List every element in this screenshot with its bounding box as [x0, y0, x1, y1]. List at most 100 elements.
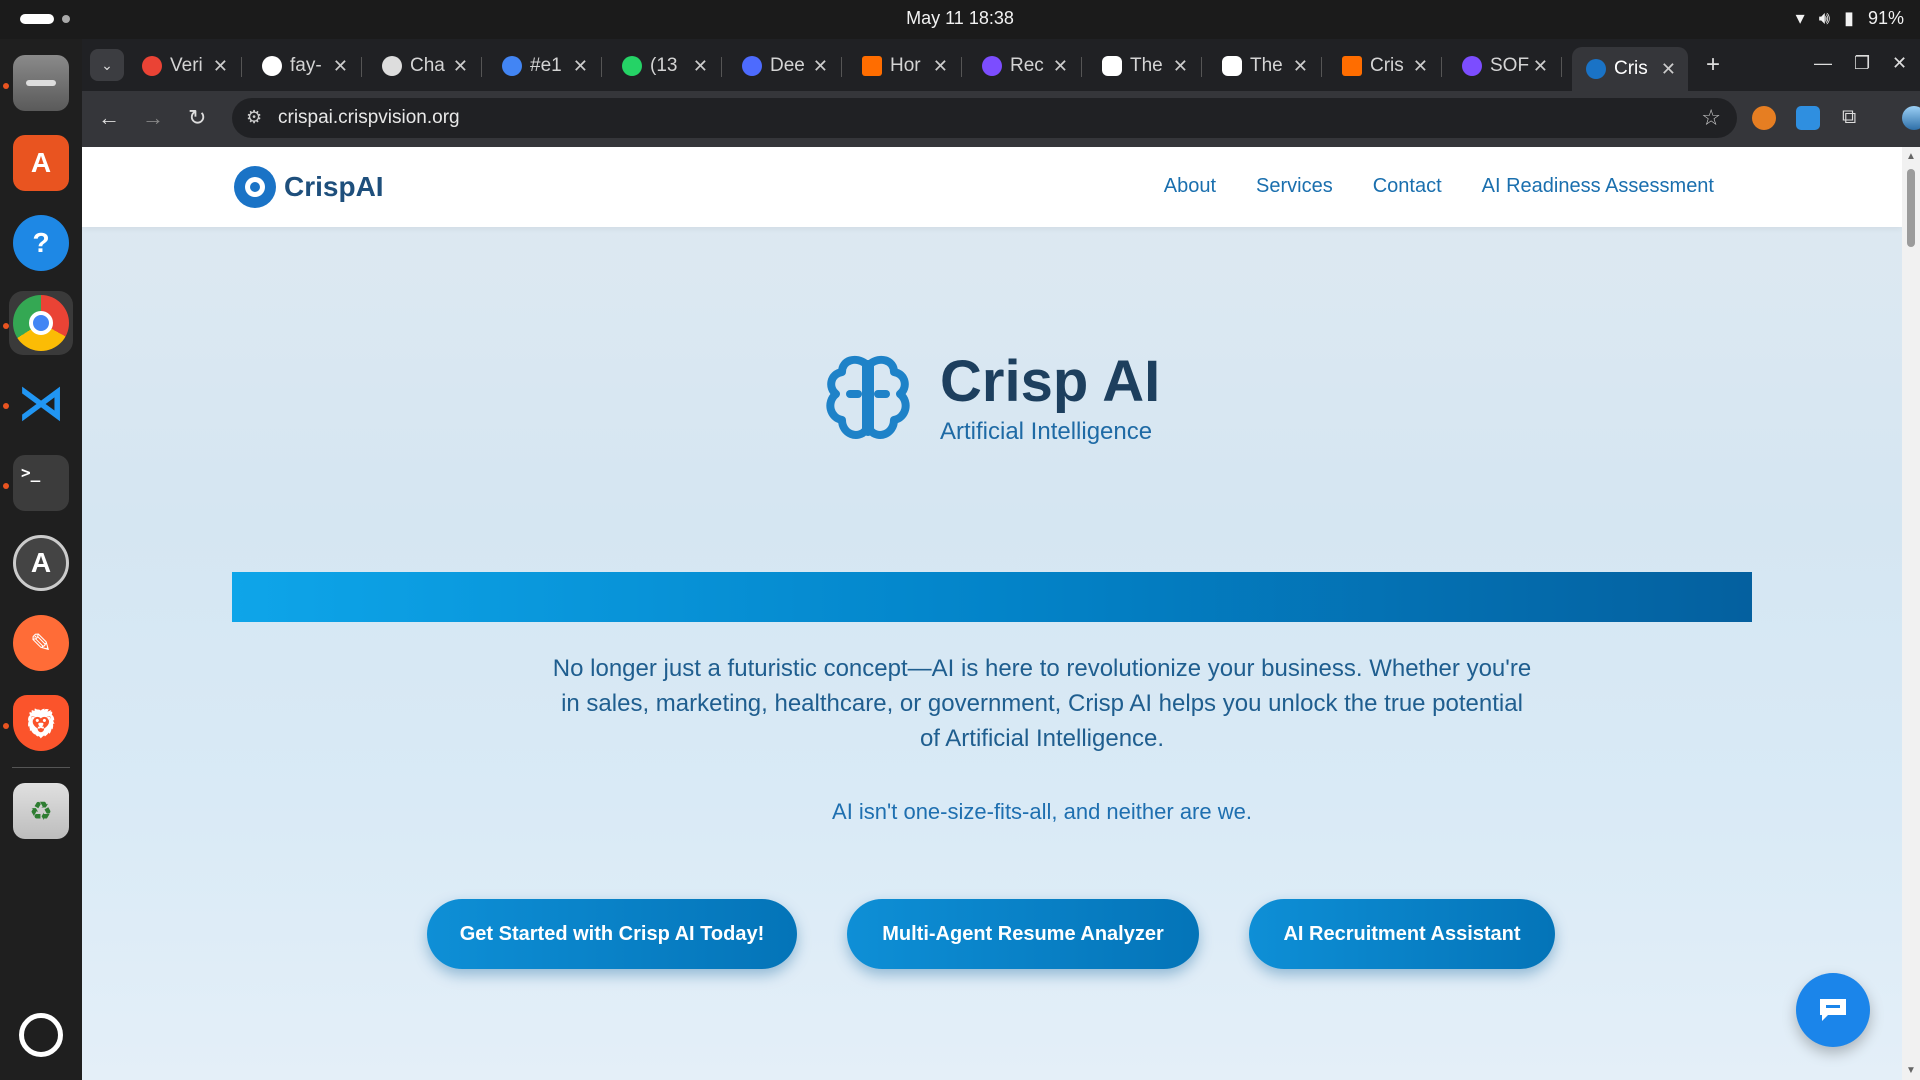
- nav-about[interactable]: About: [1164, 175, 1216, 198]
- chrome-icon[interactable]: [9, 291, 73, 355]
- close-tab-icon[interactable]: ✕: [933, 56, 948, 77]
- site-settings-icon[interactable]: ⚙: [246, 107, 262, 128]
- back-button[interactable]: ←: [98, 105, 120, 131]
- browser-tab[interactable]: The ✕: [1088, 47, 1202, 85]
- browser-tab[interactable]: Rec ✕: [968, 47, 1082, 85]
- page-viewport: CrispAI About Services Contact AI Readin…: [82, 147, 1902, 1080]
- browser-window: ⌄ Veri ✕ fay- ✕ Cha ✕ #e1 ✕ (13 ✕ Dee ✕ …: [82, 39, 1920, 1080]
- brain-icon: [826, 355, 910, 439]
- browser-tab-active[interactable]: Cris ✕: [1572, 47, 1688, 91]
- close-tab-icon[interactable]: ✕: [693, 56, 708, 77]
- minimize-button[interactable]: —: [1814, 53, 1832, 74]
- cookie-extension-icon[interactable]: [1752, 106, 1776, 130]
- close-tab-icon[interactable]: ✕: [1533, 56, 1548, 77]
- system-clock[interactable]: May 11 18:38: [0, 8, 1920, 29]
- close-tab-icon[interactable]: ✕: [1293, 56, 1308, 77]
- volume-icon: 🔊︎: [1818, 8, 1831, 28]
- postman-icon[interactable]: ✎: [9, 611, 73, 675]
- hero-brand: Crisp AI Artificial Intelligence: [820, 350, 1160, 446]
- fi-extension-icon[interactable]: [1796, 106, 1820, 130]
- profile-avatar[interactable]: [1902, 106, 1920, 130]
- browser-tab[interactable]: fay- ✕: [248, 47, 362, 85]
- vscode-icon[interactable]: ⋊: [9, 371, 73, 435]
- tab-title: Rec: [1010, 55, 1044, 76]
- system-top-bar: May 11 18:38 ▾ 🔊︎ ▮ 91%: [0, 0, 1920, 39]
- browser-tab[interactable]: Cha ✕: [368, 47, 482, 85]
- browser-tab[interactable]: Dee ✕: [728, 47, 842, 85]
- tab-title: Hor: [890, 55, 921, 76]
- resume-analyzer-button[interactable]: Multi-Agent Resume Analyzer: [847, 899, 1199, 969]
- tab-favicon-icon: [142, 56, 162, 76]
- browser-tab[interactable]: SOF ✕: [1448, 47, 1562, 85]
- hero-banner-bar: [232, 572, 1752, 622]
- browser-tab[interactable]: (13 ✕: [608, 47, 722, 85]
- tab-title: Cris: [1614, 58, 1648, 79]
- omnibox[interactable]: ⚙ crispai.crispvision.org ☆: [232, 98, 1737, 138]
- files-icon[interactable]: [9, 51, 73, 115]
- nav-contact[interactable]: Contact: [1373, 175, 1442, 198]
- recruitment-assistant-button[interactable]: AI Recruitment Assistant: [1249, 899, 1555, 969]
- get-started-button[interactable]: Get Started with Crisp AI Today!: [427, 899, 797, 969]
- chat-bubble-icon: [1820, 999, 1846, 1021]
- chat-widget-button[interactable]: [1796, 973, 1870, 1047]
- brave-icon[interactable]: 🦁︎: [9, 691, 73, 755]
- github-icon: [262, 56, 282, 76]
- wifi-icon: ▾: [1795, 8, 1805, 28]
- tab-search-button[interactable]: ⌄: [90, 49, 124, 81]
- chat-bubble-icon: [1102, 56, 1122, 76]
- close-tab-icon[interactable]: ✕: [333, 56, 348, 77]
- close-tab-icon[interactable]: ✕: [453, 56, 468, 77]
- chat-bubble-icon: [1222, 56, 1242, 76]
- scrollbar-thumb[interactable]: [1907, 169, 1915, 247]
- chatgpt-icon: [382, 56, 402, 76]
- terminal-icon[interactable]: >_: [9, 451, 73, 515]
- new-tab-button[interactable]: +: [1706, 51, 1720, 79]
- reload-button[interactable]: ↻: [188, 105, 206, 131]
- maximize-button[interactable]: ❐: [1854, 53, 1870, 74]
- close-tab-icon[interactable]: ✕: [573, 56, 588, 77]
- tab-title: SOF: [1490, 55, 1530, 76]
- forward-button[interactable]: →: [142, 105, 164, 131]
- scroll-up-arrow-icon[interactable]: ▲: [1906, 151, 1916, 162]
- url-text[interactable]: crispai.crispvision.org: [278, 107, 460, 129]
- help-icon[interactable]: ?: [9, 211, 73, 275]
- nav-services[interactable]: Services: [1256, 175, 1333, 198]
- close-tab-icon[interactable]: ✕: [1413, 56, 1428, 77]
- scroll-down-arrow-icon[interactable]: ▼: [1906, 1065, 1916, 1076]
- browser-tab[interactable]: Cris ✕: [1328, 47, 1442, 85]
- tab-title: Cris: [1370, 55, 1404, 76]
- app-favicon-icon: [1462, 56, 1482, 76]
- crisp-favicon-icon: [862, 56, 882, 76]
- close-tab-icon[interactable]: ✕: [1661, 59, 1676, 80]
- close-tab-icon[interactable]: ✕: [1173, 56, 1188, 77]
- ubuntu-apps-icon[interactable]: [9, 1003, 73, 1067]
- software-updater-icon[interactable]: A: [9, 531, 73, 595]
- tab-title: Cha: [410, 55, 445, 76]
- site-nav: About Services Contact AI Readiness Asse…: [1164, 175, 1714, 198]
- battery-percent: 91%: [1867, 8, 1904, 28]
- logo-text: CrispAI: [284, 171, 384, 202]
- hero-tagline: AI isn't one-size-fits-all, and neither …: [832, 799, 1252, 824]
- trash-icon[interactable]: ♻: [9, 779, 73, 843]
- page-scrollbar[interactable]: ▲ ▼: [1902, 147, 1920, 1080]
- whatsapp-icon: [622, 56, 642, 76]
- app-favicon-icon: [982, 56, 1002, 76]
- tab-title: Veri: [170, 55, 203, 76]
- nav-ai-readiness-assessment[interactable]: AI Readiness Assessment: [1482, 175, 1714, 198]
- crisp-favicon-icon: [1342, 56, 1362, 76]
- browser-tab[interactable]: Hor ✕: [848, 47, 962, 85]
- tab-title: The: [1250, 55, 1283, 76]
- browser-tab[interactable]: #e1 ✕: [488, 47, 602, 85]
- app-center-icon[interactable]: A: [9, 131, 73, 195]
- site-logo[interactable]: CrispAI: [234, 166, 384, 208]
- close-tab-icon[interactable]: ✕: [813, 56, 828, 77]
- system-tray[interactable]: ▾ 🔊︎ ▮ 91%: [1796, 8, 1904, 29]
- close-tab-icon[interactable]: ✕: [213, 56, 228, 77]
- close-tab-icon[interactable]: ✕: [1053, 56, 1068, 77]
- browser-tab[interactable]: The ✕: [1208, 47, 1322, 85]
- close-window-button[interactable]: ✕: [1892, 53, 1907, 74]
- browser-tab[interactable]: Veri ✕: [128, 47, 242, 85]
- extensions-puzzle-icon[interactable]: ⧉: [1842, 106, 1866, 130]
- hero-title: Crisp AI: [940, 349, 1161, 414]
- bookmark-star-icon[interactable]: ☆: [1701, 105, 1721, 131]
